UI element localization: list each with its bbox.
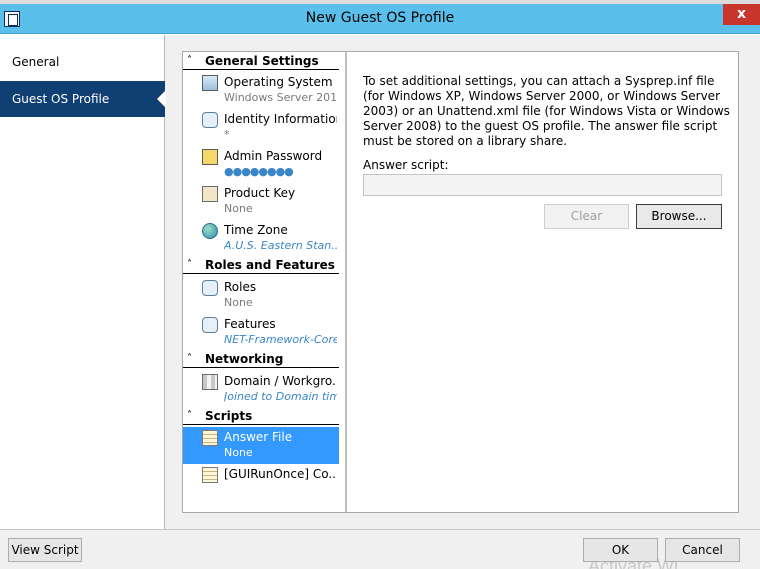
section-networking[interactable]: ˄ Networking [183, 351, 339, 368]
tree-item-value: None [224, 296, 253, 309]
tree-item-time-zone[interactable]: Time Zone A.U.S. Eastern Stan... [183, 220, 339, 257]
tree-item-label: Features [224, 317, 276, 331]
identity-badge-icon [202, 112, 218, 128]
section-roles-and-features[interactable]: ˄ Roles and Features [183, 257, 339, 274]
tree-item-value: A.U.S. Eastern Stan... [224, 239, 337, 252]
script-document-icon [202, 467, 218, 483]
view-script-button[interactable]: View Script [8, 538, 82, 562]
tree-item-operating-system[interactable]: Operating System Windows Server 201... [183, 72, 339, 109]
tree-item-label: Roles [224, 280, 257, 294]
tree-item-identity-information[interactable]: Identity Information * [183, 109, 339, 146]
section-title: Scripts [205, 409, 253, 423]
close-button[interactable]: x [723, 4, 760, 25]
section-title: Networking [205, 352, 284, 366]
monitor-icon [202, 75, 218, 91]
tree-item-value: Windows Server 201... [224, 91, 337, 104]
tree-item-label: Identity Information [224, 112, 337, 126]
tree-item-label: Time Zone [224, 223, 288, 237]
nav-item-guest-os-profile[interactable]: Guest OS Profile [0, 81, 166, 117]
tree-item-value: None [224, 446, 253, 459]
content-panel: ˄ General Settings Operating System Wind… [182, 51, 739, 513]
tree-item-domain-workgroup[interactable]: Domain / Workgro... Joined to Domain tim… [183, 371, 339, 408]
left-nav: General Guest OS Profile [0, 35, 166, 530]
tree-item-value: ●●●●●●●● [224, 165, 294, 178]
tree-item-features[interactable]: Features NET-Framework-Core [183, 314, 339, 351]
tree-item-value: * [224, 128, 230, 141]
section-title: Roles and Features [205, 258, 335, 272]
tree-item-answer-file[interactable]: Answer File None [183, 427, 339, 464]
tree-item-label: Answer File [224, 430, 293, 444]
collapse-caret-icon: ˄ [187, 259, 192, 270]
document-icon [202, 430, 218, 446]
window-title: New Guest OS Profile [305, 10, 455, 26]
tree-item-roles[interactable]: Roles None [183, 277, 339, 314]
dialog-body: General Guest OS Profile ˄ General Setti… [0, 35, 760, 569]
nav-item-general[interactable]: General [0, 44, 165, 80]
close-icon: x [736, 6, 747, 22]
section-general-settings[interactable]: ˄ General Settings [183, 53, 339, 70]
tree-splitter[interactable] [345, 52, 347, 512]
tree-item-value: Joined to Domain tim... [224, 390, 337, 403]
footer-divider [0, 529, 760, 530]
title-bar: New Guest OS Profile x [0, 4, 760, 34]
tree-item-value: NET-Framework-Core [224, 333, 337, 346]
browse-button[interactable]: Browse... [636, 204, 722, 229]
collapse-caret-icon: ˄ [187, 410, 192, 421]
section-scripts[interactable]: ˄ Scripts [183, 408, 339, 425]
tree-item-product-key[interactable]: Product Key None [183, 183, 339, 220]
ok-button[interactable]: OK [583, 538, 658, 562]
tree-item-label: Product Key [224, 186, 296, 200]
section-title: General Settings [205, 54, 319, 68]
admin-password-icon [202, 149, 218, 165]
tree-item-label: Admin Password [224, 149, 323, 163]
tree-item-label: Operating System [224, 75, 333, 89]
globe-icon [202, 223, 218, 239]
features-icon [202, 317, 218, 333]
settings-tree: ˄ General Settings Operating System Wind… [183, 52, 339, 512]
cancel-button[interactable]: Cancel [665, 538, 740, 562]
tree-item-guirunonce-commands[interactable]: [GUIRunOnce] Co... [183, 464, 339, 501]
product-key-icon [202, 186, 218, 202]
answer-file-description: To set additional settings, you can atta… [363, 74, 730, 148]
clear-button[interactable]: Clear [544, 204, 629, 229]
answer-script-label: Answer script: [363, 158, 449, 172]
roles-icon [202, 280, 218, 296]
answer-script-input[interactable] [363, 174, 722, 196]
collapse-caret-icon: ˄ [187, 353, 192, 364]
tree-item-value: None [224, 202, 253, 215]
collapse-caret-icon: ˄ [187, 55, 192, 66]
tree-item-label: Domain / Workgro... [224, 374, 337, 388]
tree-item-label: [GUIRunOnce] Co... [224, 467, 337, 481]
tree-item-admin-password[interactable]: Admin Password ●●●●●●●● [183, 146, 339, 183]
network-icon [202, 374, 218, 390]
